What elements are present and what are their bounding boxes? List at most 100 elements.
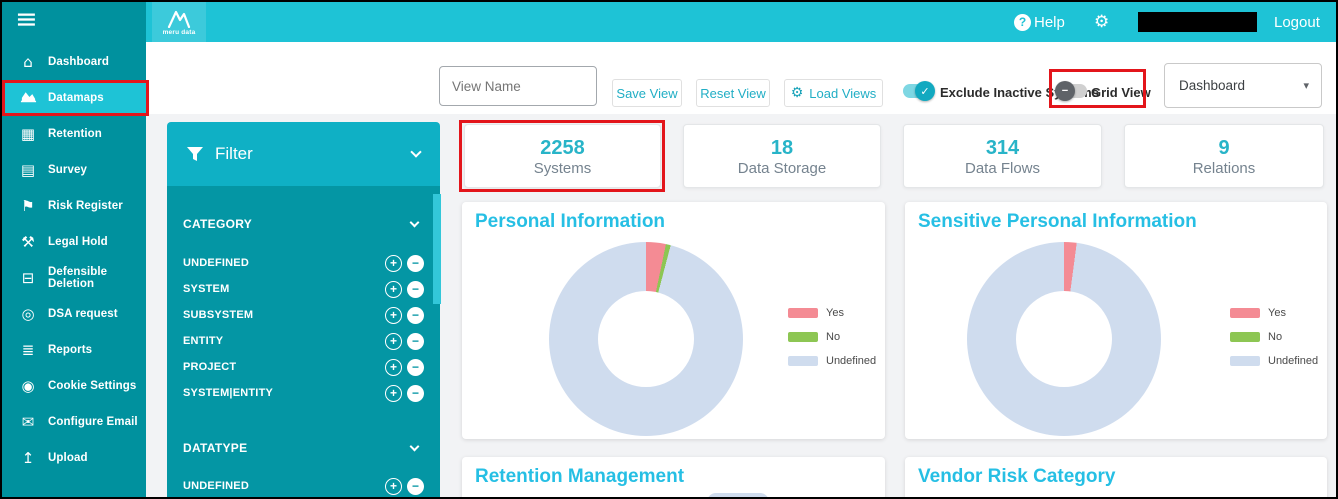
legend-item-yes[interactable]: Yes <box>788 308 876 318</box>
legend-label: No <box>826 331 840 343</box>
sidebar-item-legal-hold[interactable]: ⚒ Legal Hold <box>2 225 146 259</box>
filter-section-category[interactable]: CATEGORY <box>183 214 418 234</box>
exclude-minus-button[interactable]: − <box>407 478 424 495</box>
save-view-label: Save View <box>616 86 677 101</box>
mountain-logo-icon <box>166 9 192 28</box>
gear-icon: ⚙ <box>1094 12 1109 32</box>
vendor-risk-category-chart-card: Vendor Risk Category <box>905 457 1327 499</box>
area-chart-icon <box>16 89 40 107</box>
app-window: ≡ ⌂ Dashboard Datamaps ▦ Retention ▤ Sur… <box>0 0 1338 499</box>
legend-item-no[interactable]: No <box>1230 332 1318 342</box>
brand-name: meru data <box>163 29 196 36</box>
filter-item-label: PROJECT <box>183 361 385 373</box>
legend-item-undefined[interactable]: Undefined <box>788 356 876 366</box>
legend-item-yes[interactable]: Yes <box>1230 308 1318 318</box>
exclude-minus-button[interactable]: − <box>407 255 424 272</box>
sidebar-item-dsa-request[interactable]: ◎ DSA request <box>2 297 146 331</box>
envelope-icon: ✉ <box>16 413 40 431</box>
systems-stat-card: 2258 Systems <box>464 124 661 188</box>
exclude-minus-button[interactable]: − <box>407 359 424 376</box>
exclude-minus-button[interactable]: − <box>407 333 424 350</box>
sensitive-personal-information-chart-card: Sensitive Personal Information Yes No Un… <box>905 202 1327 439</box>
legend-item-no[interactable]: No <box>788 332 876 342</box>
personal-information-chart-card: Personal Information Yes No Undefined <box>462 202 885 439</box>
reset-view-button[interactable]: Reset View <box>696 79 770 107</box>
legend-item-undefined[interactable]: Undefined <box>1230 356 1318 366</box>
legend-swatch <box>1230 308 1260 318</box>
chart-title: Sensitive Personal Information <box>918 211 1197 233</box>
include-plus-button[interactable]: + <box>385 385 402 402</box>
donut-hole <box>598 291 694 387</box>
dashboard-select[interactable]: Dashboard ▾ <box>1164 63 1322 108</box>
settings-button[interactable]: ⚙ <box>1094 2 1109 42</box>
view-name-input[interactable] <box>439 66 597 106</box>
filter-row-undefined-datatype: UNDEFINED + − <box>183 474 424 498</box>
gear-icon: ⚙ <box>791 85 804 101</box>
sidebar-item-survey[interactable]: ▤ Survey <box>2 153 146 187</box>
filter-header[interactable]: Filter <box>167 122 440 186</box>
relations-stat-card: 9 Relations <box>1124 124 1324 188</box>
cookie-icon: ◉ <box>16 377 40 395</box>
sidebar-item-defensible-deletion[interactable]: ⊟ Defensible Deletion <box>2 261 146 295</box>
filter-item-label: ENTITY <box>183 335 385 347</box>
chart-title: Vendor Risk Category <box>918 466 1115 488</box>
filter-row-entity: ENTITY + − <box>183 329 424 353</box>
stat-label: Data Flows <box>965 160 1040 177</box>
filter-scrollbar-thumb[interactable] <box>433 194 441 304</box>
chevron-down-icon <box>410 441 420 451</box>
filter-panel: Filter CATEGORY UNDEFINED + − SYSTEM + −… <box>167 122 440 499</box>
stat-value: 18 <box>771 136 793 160</box>
include-plus-button[interactable]: + <box>385 333 402 350</box>
filter-title: Filter <box>215 144 412 164</box>
data-flows-stat-card: 314 Data Flows <box>903 124 1102 188</box>
sidebar-item-upload[interactable]: ↥ Upload <box>2 441 146 475</box>
filter-item-label: UNDEFINED <box>183 480 385 492</box>
hamburger-menu-icon[interactable]: ≡ <box>15 4 38 35</box>
include-plus-button[interactable]: + <box>385 359 402 376</box>
donut-chart <box>549 242 743 436</box>
stat-label: Systems <box>534 160 592 177</box>
exclude-minus-button[interactable]: − <box>407 281 424 298</box>
chart-title: Retention Management <box>475 466 684 488</box>
help-button[interactable]: ? Help <box>1014 2 1065 42</box>
sidebar-item-label: Upload <box>48 452 88 464</box>
legend-label: Yes <box>1268 307 1286 319</box>
stat-value: 9 <box>1218 136 1229 160</box>
logout-label: Logout <box>1274 14 1320 31</box>
exclude-inactive-toggle[interactable]: ✓ <box>903 84 933 98</box>
building-grid-icon: ▦ <box>16 125 40 143</box>
include-plus-button[interactable]: + <box>385 478 402 495</box>
filter-row-system: SYSTEM + − <box>183 277 424 301</box>
sidebar-item-dashboard[interactable]: ⌂ Dashboard <box>2 45 146 79</box>
sidebar-item-configure-email[interactable]: ✉ Configure Email <box>2 405 146 439</box>
exclude-minus-button[interactable]: − <box>407 307 424 324</box>
sidebar-item-datamaps[interactable]: Datamaps <box>2 81 146 115</box>
chart-legend: Yes No Undefined <box>1230 308 1318 380</box>
sidebar-item-risk-register[interactable]: ⚑ Risk Register <box>2 189 146 223</box>
filter-item-label: UNDEFINED <box>183 257 385 269</box>
filter-row-subsystem: SUBSYSTEM + − <box>183 303 424 327</box>
save-view-button[interactable]: Save View <box>612 79 682 107</box>
include-plus-button[interactable]: + <box>385 255 402 272</box>
exclude-minus-button[interactable]: − <box>407 385 424 402</box>
donut-chart-partial <box>707 493 769 499</box>
minus-icon: − <box>1055 81 1075 101</box>
stat-label: Data Storage <box>738 160 826 177</box>
help-label: Help <box>1034 14 1065 31</box>
grid-view-toggle[interactable]: − <box>1057 84 1087 98</box>
topbar: meru data ? Help ⚙ Logout <box>146 2 1336 42</box>
include-plus-button[interactable]: + <box>385 281 402 298</box>
load-views-button[interactable]: ⚙ Load Views <box>784 79 883 107</box>
document-icon: ▤ <box>16 161 40 179</box>
sidebar-item-reports[interactable]: ≣ Reports <box>2 333 146 367</box>
legend-swatch <box>788 332 818 342</box>
legend-swatch <box>1230 356 1260 366</box>
logout-button[interactable]: Logout <box>1274 2 1320 42</box>
filter-section-datatype[interactable]: DATATYPE <box>183 438 418 458</box>
include-plus-button[interactable]: + <box>385 307 402 324</box>
sidebar-item-label: Legal Hold <box>48 236 108 248</box>
legend-swatch <box>788 308 818 318</box>
sidebar-item-retention[interactable]: ▦ Retention <box>2 117 146 151</box>
sidebar-item-cookie-settings[interactable]: ◉ Cookie Settings <box>2 369 146 403</box>
filter-row-project: PROJECT + − <box>183 355 424 379</box>
